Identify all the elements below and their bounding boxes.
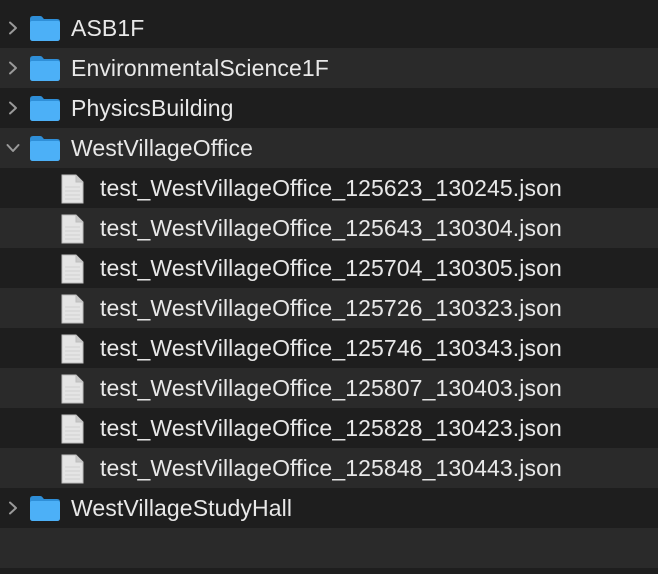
file-name: test_WestVillageOffice_125848_130443.jso… (100, 455, 562, 481)
document-icon (60, 334, 84, 364)
folder-icon (29, 134, 61, 162)
file-name: test_WestVillageOffice_125643_130304.jso… (100, 215, 562, 241)
folder-name: WestVillageOffice (71, 135, 253, 161)
document-icon (60, 454, 84, 484)
folder-row-environmentalscience1f[interactable]: EnvironmentalScience1F (0, 48, 658, 88)
file-name: test_WestVillageOffice_125807_130403.jso… (100, 375, 562, 401)
file-row[interactable]: test_WestVillageOffice_125848_130443.jso… (0, 448, 658, 488)
folder-icon (29, 94, 61, 122)
chevron-down-icon[interactable] (3, 138, 23, 158)
folder-icon (29, 14, 61, 42)
file-name: test_WestVillageOffice_125828_130423.jso… (100, 415, 562, 441)
document-icon (60, 414, 84, 444)
folder-row-physicsbuilding[interactable]: PhysicsBuilding (0, 88, 658, 128)
file-tree: ASB1F EnvironmentalScience1F PhysicsBuil… (0, 0, 658, 574)
folder-name: PhysicsBuilding (71, 95, 234, 121)
file-row[interactable]: test_WestVillageOffice_125623_130245.jso… (0, 168, 658, 208)
chevron-right-icon[interactable] (3, 58, 23, 78)
document-icon (60, 294, 84, 324)
file-row[interactable]: test_WestVillageOffice_125704_130305.jso… (0, 248, 658, 288)
folder-icon (29, 54, 61, 82)
chevron-right-icon[interactable] (3, 18, 23, 38)
document-icon (60, 214, 84, 244)
folder-name: EnvironmentalScience1F (71, 55, 329, 81)
document-icon (60, 254, 84, 284)
file-row[interactable]: test_WestVillageOffice_125726_130323.jso… (0, 288, 658, 328)
file-row[interactable]: test_WestVillageOffice_125746_130343.jso… (0, 328, 658, 368)
empty-row (0, 528, 658, 568)
folder-icon (29, 494, 61, 522)
folder-row-westvillageoffice[interactable]: WestVillageOffice (0, 128, 658, 168)
file-name: test_WestVillageOffice_125746_130343.jso… (100, 335, 562, 361)
document-icon (60, 374, 84, 404)
file-name: test_WestVillageOffice_125726_130323.jso… (100, 295, 562, 321)
file-name: test_WestVillageOffice_125704_130305.jso… (100, 255, 562, 281)
folder-row-asb1f[interactable]: ASB1F (0, 8, 658, 48)
chevron-right-icon[interactable] (3, 98, 23, 118)
document-icon (60, 174, 84, 204)
chevron-right-icon[interactable] (3, 498, 23, 518)
folder-name: WestVillageStudyHall (71, 495, 293, 521)
file-row[interactable]: test_WestVillageOffice_125807_130403.jso… (0, 368, 658, 408)
file-row[interactable]: test_WestVillageOffice_125643_130304.jso… (0, 208, 658, 248)
folder-row-westvillagestudyhall[interactable]: WestVillageStudyHall (0, 488, 658, 528)
file-name: test_WestVillageOffice_125623_130245.jso… (100, 175, 562, 201)
folder-name: ASB1F (71, 15, 145, 41)
file-row[interactable]: test_WestVillageOffice_125828_130423.jso… (0, 408, 658, 448)
